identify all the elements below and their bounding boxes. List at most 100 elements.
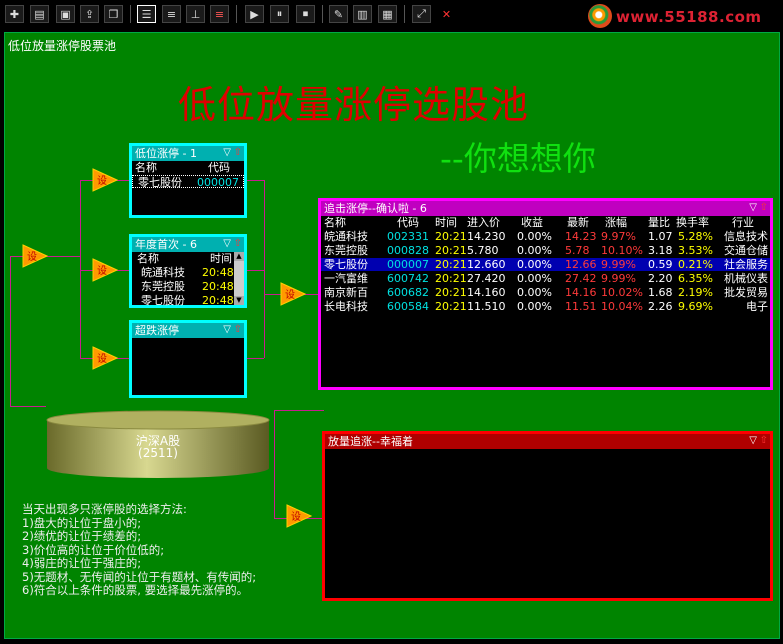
filter-icon[interactable]: ▽ — [223, 324, 231, 336]
stock-time: 20:48 — [202, 294, 234, 307]
cell-vol: 3.18 — [648, 244, 673, 257]
table-row[interactable]: 东莞控股 20:48 — [132, 280, 234, 293]
filter-icon[interactable]: ▽ — [223, 238, 231, 250]
expand-icon[interactable]: ⇧ — [234, 147, 242, 159]
cell-gain: 0.00% — [517, 258, 552, 271]
cell-name: 长电科技 — [324, 300, 368, 313]
cell-chg: 9.97% — [601, 230, 636, 243]
pool-count: (2511) — [138, 446, 178, 460]
cell-last: 27.42 — [565, 272, 597, 285]
stock-window-chase[interactable]: 追击涨停--确认啦 - 6 ▽ ⇧ 名称 代码 时间 进入价 收益 最新 涨幅 … — [318, 198, 773, 390]
pause-icon[interactable]: ⏸ — [270, 5, 289, 23]
stock-window-oversold[interactable]: 超跌涨停 ▽ ⇧ — [129, 320, 247, 398]
column-header: 行业 — [732, 216, 754, 229]
filter-icon[interactable]: ▽ — [749, 202, 757, 214]
cell-code: 600742 — [387, 272, 429, 285]
table-row[interactable]: 皖通科技 20:48 — [132, 266, 234, 279]
trigger-icon[interactable]: 设 — [92, 346, 118, 370]
cell-time: 20:21 — [435, 258, 467, 271]
svg-text:设: 设 — [285, 289, 295, 301]
open-icon[interactable]: ▤ — [30, 5, 49, 23]
cell-last: 14.23 — [565, 230, 597, 243]
column-header: 进入价 — [467, 216, 500, 229]
svg-text:设: 设 — [97, 175, 107, 187]
cell-gain: 0.00% — [517, 300, 552, 313]
align-left-icon[interactable]: ≡ — [162, 5, 181, 23]
table-row[interactable]: 零七股份 000007 20:21 12.660 0.00% 12.66 9.99% 0.59… — [321, 258, 770, 271]
svg-text:设: 设 — [97, 265, 107, 277]
cell-vol: 1.07 — [648, 230, 673, 243]
delete-doc-icon[interactable]: ▥ — [353, 5, 372, 23]
close-icon[interactable]: ✕ — [437, 5, 456, 23]
table-row[interactable]: 零七股份 000007 — [132, 175, 244, 189]
stock-window-volume-chase[interactable]: 放量追涨--幸福着 ▽ ⇧ — [322, 431, 773, 601]
stop-icon[interactable]: ⏹ — [296, 5, 315, 23]
cell-chg: 10.02% — [601, 286, 643, 299]
table-row[interactable]: 长电科技 600584 20:21 11.510 0.00% 11.51 10.04% 2.2… — [321, 300, 770, 313]
trigger-icon[interactable]: 设 — [92, 168, 118, 192]
stock-window-yearly-first[interactable]: 年度首次 - 6 ▽ ⇧ 名称 时间 皖通科技 20:48 东莞控股 20:48… — [129, 234, 247, 308]
page-subtitle: --你想想你 — [440, 139, 596, 178]
window-icon[interactable]: ❐ — [104, 5, 123, 23]
trigger-icon[interactable]: 设 — [280, 282, 306, 306]
play-icon[interactable]: ▶ — [245, 5, 264, 23]
site-logo[interactable]: www.55188.com — [588, 3, 783, 30]
cell-time: 20:21 — [435, 244, 467, 257]
cell-ind: 信息技术 — [724, 230, 768, 243]
toolbar-separator — [322, 5, 323, 23]
expand-icon[interactable]: ⇧ — [760, 435, 768, 447]
cell-entry: 14.230 — [467, 230, 506, 243]
table-row[interactable]: 零七股份 20:48 — [132, 294, 234, 307]
cell-ind: 社会服务 — [724, 258, 768, 271]
cell-last: 5.78 — [565, 244, 590, 257]
scrollbar[interactable]: ▲ ▼ — [234, 252, 244, 305]
page-title: 低位放量涨停选股池 — [178, 83, 530, 127]
logo-icon — [588, 4, 612, 28]
column-header: 名称 — [137, 252, 159, 265]
cell-ind: 机械仪表 — [724, 272, 768, 285]
filter-icon[interactable]: ▽ — [749, 435, 757, 447]
edit-icon[interactable]: ✎ — [329, 5, 348, 23]
expand-icon[interactable]: ⇧ — [760, 202, 768, 214]
rules-line: 4)弱庄的让位于强庄的; — [22, 556, 142, 570]
save-icon[interactable]: ▣ — [56, 5, 75, 23]
layout-h-icon[interactable]: ☰ — [137, 5, 156, 23]
cell-entry: 5.780 — [467, 244, 499, 257]
logo-text: www.55188.com — [616, 8, 762, 26]
trigger-icon[interactable]: 设 — [286, 504, 312, 528]
column-header: 收益 — [521, 216, 543, 229]
column-header: 最新 — [567, 216, 589, 229]
scroll-up-icon[interactable]: ▲ — [234, 252, 244, 261]
cell-code: 600682 — [387, 286, 429, 299]
new-icon[interactable]: ✚ — [5, 5, 24, 23]
expand-icon[interactable]: ⇧ — [234, 238, 242, 250]
color-bars-icon[interactable]: ≡ — [210, 5, 229, 23]
table-row[interactable]: 一汽富维 600742 20:21 27.420 0.00% 27.42 9.99% 2.20… — [321, 272, 770, 285]
stock-time: 20:48 — [202, 266, 234, 279]
rules-line: 6)符合以上条件的股票, 要选择最先涨停的。 — [22, 583, 249, 597]
cell-chg: 9.99% — [601, 258, 636, 271]
window-title: 追击涨停--确认啦 - 6 — [321, 201, 770, 216]
rules-line: 5)无题材、无传闻的让位于有题材、有传闻的; — [22, 569, 257, 584]
export-icon[interactable]: ⇪ — [80, 5, 99, 23]
expand-icon[interactable]: ⇧ — [234, 324, 242, 336]
trigger-icon[interactable]: 设 — [92, 258, 118, 282]
table-row[interactable]: 南京新百 600682 20:21 14.160 0.00% 14.16 10.02% 1.6… — [321, 286, 770, 299]
column-header: 代码 — [397, 216, 419, 229]
column-header: 量比 — [648, 216, 670, 229]
align-bottom-icon[interactable]: ⊥ — [186, 5, 205, 23]
fullscreen-icon[interactable]: ⤢ — [412, 5, 431, 23]
rules-line: 2)绩优的让位于绩差的; — [22, 529, 142, 543]
stock-window-low-limit[interactable]: 低位涨停 - 1 ▽ ⇧ 名称 代码 零七股份 000007 — [129, 143, 247, 218]
table-row[interactable]: 皖通科技 002331 20:21 14.230 0.00% 14.23 9.97% 1.07… — [321, 230, 770, 243]
svg-text:设: 设 — [97, 353, 107, 365]
properties-icon[interactable]: ▦ — [378, 5, 397, 23]
scroll-down-icon[interactable]: ▼ — [234, 296, 244, 305]
trigger-icon[interactable]: 设 — [22, 244, 48, 268]
column-header: 时间 — [435, 216, 457, 229]
filter-icon[interactable]: ▽ — [223, 147, 231, 159]
cell-name: 一汽富维 — [324, 272, 368, 285]
table-row[interactable]: 东莞控股 000828 20:21 5.780 0.00% 5.78 10.10% 3.18 3… — [321, 244, 770, 257]
toolbar-separator — [404, 5, 405, 23]
rules-line: 当天出现多只涨停股的选择方法: — [22, 502, 187, 516]
